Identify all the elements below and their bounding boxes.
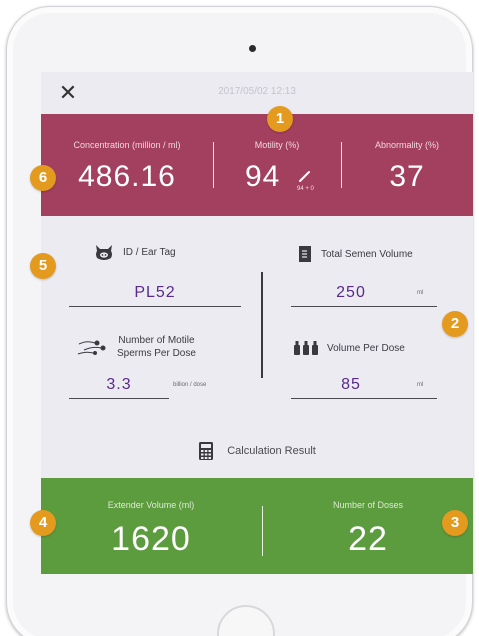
- extender-volume-label: Extender Volume (ml): [107, 500, 195, 510]
- record-datetime: 2017/05/02 12:13: [218, 86, 296, 97]
- home-button[interactable]: [217, 605, 275, 636]
- analysis-summary-band: Concentration (million / ml) 486.16 Moti…: [41, 114, 473, 216]
- concentration-metric: Concentration (million / ml) 486.16: [41, 114, 213, 216]
- sperm-icon: [77, 340, 106, 355]
- concentration-value: 486.16: [78, 160, 176, 193]
- id-tag-header: ID / Ear Tag: [93, 242, 176, 262]
- volume-per-dose-value[interactable]: 85: [291, 376, 411, 394]
- total-volume-value[interactable]: 250: [291, 284, 411, 302]
- calculator-icon: [199, 442, 214, 460]
- volume-per-dose-unit: ml: [417, 382, 424, 388]
- callout-badge-4: 4: [30, 510, 56, 536]
- abnormality-metric: Abnormality (%) 37: [341, 114, 473, 216]
- callout-badge-3: 3: [442, 510, 468, 536]
- motility-breakdown: 94 + 0: [297, 186, 314, 192]
- pencil-icon[interactable]: [297, 168, 313, 184]
- motility-label: Motility (%): [254, 140, 300, 150]
- pig-icon: [96, 245, 112, 260]
- volume-per-dose-underline: [291, 398, 437, 399]
- total-volume-header: Total Semen Volume: [297, 244, 413, 264]
- camera-icon: [249, 45, 256, 52]
- motility-value: 94: [245, 160, 281, 193]
- bottles-icon: [294, 341, 318, 355]
- app-screen: ✕ 2017/05/02 12:13 Concentration (millio…: [41, 72, 473, 574]
- total-volume-unit: ml: [417, 290, 424, 296]
- id-tag-label: ID / Ear Tag: [123, 246, 176, 258]
- callout-badge-6: 6: [30, 165, 56, 191]
- motile-sperms-value[interactable]: 3.3: [71, 376, 167, 394]
- calculation-result-label: Calculation Result: [227, 445, 316, 457]
- abnormality-value: 37: [389, 160, 425, 193]
- volume-per-dose-label: Volume Per Dose: [327, 342, 405, 354]
- total-volume-underline: [291, 306, 437, 307]
- motile-sperms-label: Number of Motile Sperms Per Dose: [117, 334, 196, 360]
- motile-sperms-label-line2: Sperms Per Dose: [117, 348, 196, 359]
- motile-sperms-label-line1: Number of Motile: [118, 335, 195, 346]
- beaker-icon: [299, 246, 311, 262]
- id-tag-underline: [69, 306, 241, 307]
- results-band: Extender Volume (ml) 1620 Number of Dose…: [41, 478, 473, 574]
- extender-volume-value: 1620: [111, 520, 191, 558]
- calculation-result-header: Calculation Result: [41, 441, 473, 461]
- callout-badge-1: 1: [267, 106, 293, 132]
- abnormality-label: Abnormality (%): [374, 140, 439, 150]
- callout-badge-5: 5: [30, 253, 56, 279]
- total-volume-label: Total Semen Volume: [321, 248, 413, 260]
- callout-badge-2: 2: [442, 311, 468, 337]
- column-divider: [261, 272, 263, 378]
- input-fields-area: ID / Ear Tag PL52 Total Semen Volume 250…: [41, 216, 473, 478]
- number-of-doses-label: Number of Doses: [332, 500, 404, 510]
- motile-sperms-header: Number of Motile Sperms Per Dose: [75, 334, 196, 360]
- volume-per-dose-header: Volume Per Dose: [293, 340, 405, 356]
- id-tag-value[interactable]: PL52: [69, 284, 241, 302]
- motile-sperms-underline: [69, 398, 169, 399]
- concentration-label: Concentration (million / ml): [73, 140, 181, 150]
- motile-sperms-unit: billion / dose: [173, 382, 207, 388]
- top-bar: ✕ 2017/05/02 12:13: [41, 72, 473, 114]
- extender-volume-result: Extender Volume (ml) 1620: [41, 478, 261, 574]
